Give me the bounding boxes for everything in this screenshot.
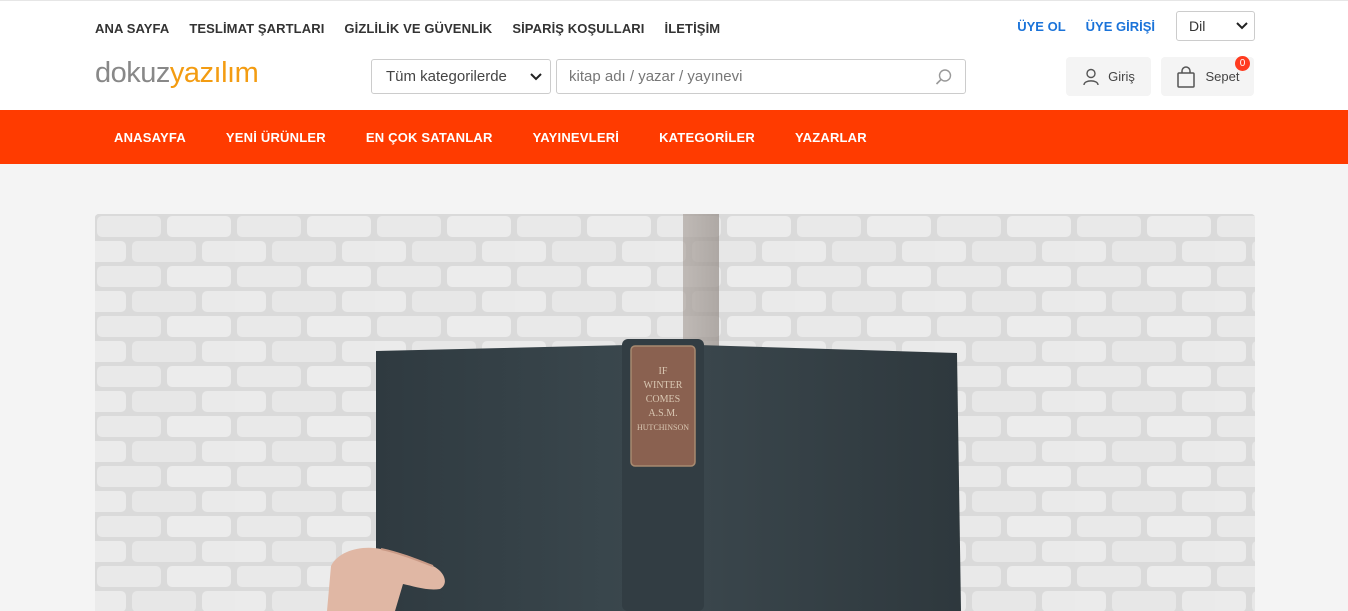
svg-text:HUTCHINSON: HUTCHINSON [637,423,689,432]
top-links: ANA SAYFA TESLİMAT ŞARTLARI GİZLİLİK VE … [95,21,720,36]
svg-text:COMES: COMES [646,394,680,405]
main-nav: ANASAYFA YENİ ÜRÜNLER EN ÇOK SATANLAR YA… [0,110,1348,164]
search-box [556,59,966,94]
nav-item-home[interactable]: ANASAYFA [114,130,186,145]
nav-item-best-sellers[interactable]: EN ÇOK SATANLAR [366,130,493,145]
login-button-label: Giriş [1108,69,1135,84]
login-link[interactable]: ÜYE GİRİŞİ [1086,19,1155,34]
language-select-value: Dil [1189,18,1206,34]
top-link-privacy[interactable]: GİZLİLİK VE GÜVENLİK [344,21,492,36]
account-links: ÜYE OL ÜYE GİRİŞİ [1017,19,1155,34]
logo[interactable]: dokuzyazılım [95,57,259,89]
shopping-bag-icon [1176,65,1195,88]
top-link-contact[interactable]: İLETİŞİM [665,21,721,36]
language-select[interactable]: Dil [1176,11,1255,41]
register-link[interactable]: ÜYE OL [1017,19,1065,34]
cart-count-badge: 0 [1235,56,1250,71]
top-link-delivery[interactable]: TESLİMAT ŞARTLARI [189,21,324,36]
cart-label: Sepet [1205,69,1240,84]
hero-book-image: IF WINTER COMES A.S.M. HUTCHINSON [95,214,1255,611]
chevron-down-icon [1236,22,1248,30]
logo-part-1: dokuz [95,57,170,89]
hero-banner[interactable]: IF WINTER COMES A.S.M. HUTCHINSON [95,214,1255,611]
search-icon[interactable] [935,68,953,86]
svg-text:IF: IF [659,366,668,377]
chevron-down-icon [530,72,542,80]
svg-text:WINTER: WINTER [644,380,683,391]
category-select-value: Tüm kategorilerde [386,68,507,85]
nav-item-categories[interactable]: KATEGORİLER [659,130,755,145]
nav-item-new-products[interactable]: YENİ ÜRÜNLER [226,130,326,145]
cart-button[interactable]: Sepet 0 [1161,56,1254,96]
top-link-home[interactable]: ANA SAYFA [95,21,169,36]
category-select[interactable]: Tüm kategorilerde [371,59,551,94]
login-button[interactable]: Giriş [1066,57,1151,96]
svg-text:A.S.M.: A.S.M. [648,408,677,419]
nav-item-publishers[interactable]: YAYINEVLERİ [533,130,620,145]
logo-part-2: yazılım [169,57,259,89]
search-input[interactable] [569,68,935,85]
user-icon [1083,68,1099,85]
header: ANA SAYFA TESLİMAT ŞARTLARI GİZLİLİK VE … [0,0,1348,110]
top-link-order-terms[interactable]: SİPARİŞ KOŞULLARI [512,21,644,36]
nav-item-authors[interactable]: YAZARLAR [795,130,867,145]
